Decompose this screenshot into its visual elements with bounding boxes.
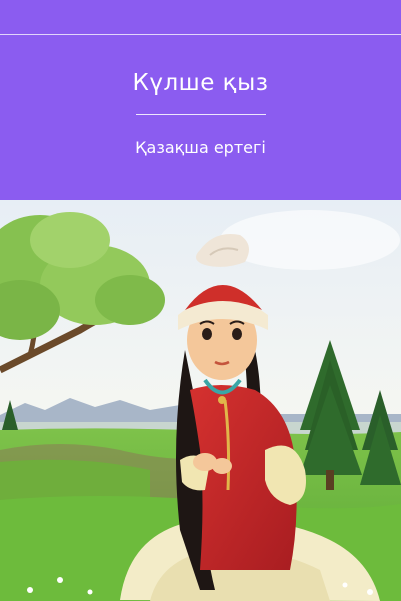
book-title: Күлше қыз bbox=[132, 70, 269, 96]
top-divider bbox=[0, 34, 401, 35]
title-underline bbox=[136, 114, 266, 115]
book-cover: Күлше қыз Қазақша ертегі bbox=[0, 0, 401, 601]
cover-illustration bbox=[0, 200, 401, 601]
cover-header: Күлше қыз Қазақша ертегі bbox=[0, 0, 401, 200]
book-subtitle: Қазақша ертегі bbox=[135, 138, 266, 157]
